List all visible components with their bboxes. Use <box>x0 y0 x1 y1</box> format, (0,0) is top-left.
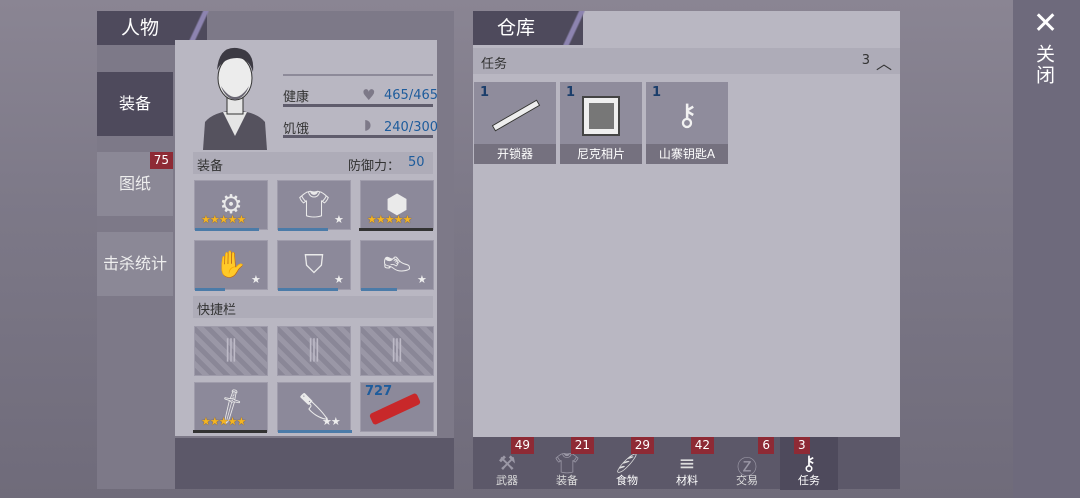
key-icon: ⚷ <box>676 98 698 133</box>
tab-weapons[interactable]: ⚒ 49 武器 <box>478 437 536 490</box>
tab-food[interactable]: 🥖︎ 29 食物 <box>598 437 656 490</box>
tab-equipment[interactable]: 装备 <box>97 72 173 136</box>
item-count: 1 <box>566 85 576 100</box>
quick-item-count: 727 <box>365 384 393 399</box>
pants-icon: ⛉ <box>304 250 324 280</box>
hunger-value: 240/300 <box>384 120 439 135</box>
item-count: 1 <box>480 85 490 100</box>
quickbar-label: 快捷栏 <box>197 303 237 318</box>
stomach-icon: ◗ <box>364 117 372 133</box>
item-name: 尼克相片 <box>560 144 642 164</box>
storage-title: 仓库 <box>473 11 585 45</box>
equipment-label: 装备 <box>197 159 224 174</box>
health-value: 465/465 <box>384 88 439 103</box>
defense-label: 防御力： <box>348 159 401 174</box>
quickbar-slot-empty[interactable]: ⫼ <box>194 326 268 376</box>
quickbar-slot-dynamite[interactable]: 727 <box>360 382 434 432</box>
item-name: 山寨钥匙A <box>646 144 728 164</box>
close-icon[interactable]: ✕ <box>1033 6 1058 41</box>
equip-slot-hands[interactable]: ✋ ★ <box>194 240 268 291</box>
section-header[interactable]: 任务 3 ︿ <box>473 48 900 74</box>
tab-trade[interactable]: Ⓩ 6 交易 <box>718 437 776 490</box>
quickbar-slot-machete[interactable]: 🗡︎ ★★★★★ <box>193 382 268 433</box>
fence-icon: ⫼ <box>391 336 403 366</box>
health-label: 健康 <box>283 90 310 105</box>
item-count: 1 <box>652 85 662 100</box>
lockpick-icon <box>491 99 541 132</box>
tab-equipment[interactable]: 👕︎ 21 装备 <box>538 437 596 490</box>
close-sidebar[interactable]: ✕ 关闭 <box>1013 0 1080 498</box>
storage-item-key[interactable]: 1 ⚷ 山寨钥匙A <box>646 82 728 164</box>
shirt-icon: 👕︎ <box>297 190 331 220</box>
section-label: 任务 <box>481 57 508 72</box>
quickbar-slot-cleaver[interactable]: 🔪︎ ★★ <box>277 382 352 433</box>
quickbar-header: 快捷栏 <box>193 296 433 318</box>
equip-slot-legs[interactable]: ⛉ ★ <box>277 240 351 291</box>
chevron-up-icon[interactable]: ︿ <box>876 50 892 74</box>
blueprints-badge: 75 <box>149 152 173 169</box>
equipment-header: 装备 防御力： 50 <box>193 152 433 174</box>
fence-icon: ⫼ <box>225 336 237 366</box>
item-name: 开锁器 <box>474 144 556 164</box>
section-count: 3 <box>861 53 870 68</box>
quickbar-slot-empty[interactable]: ⫼ <box>360 326 434 376</box>
tab-quest[interactable]: ⚷ 3 任务 <box>780 437 838 490</box>
close-label: 关闭 <box>1033 44 1055 86</box>
heart-icon: ♥ <box>362 86 376 104</box>
equip-slot-feet[interactable]: 👞︎ ★ <box>360 240 434 291</box>
tab-kill-stats[interactable]: 击杀统计 <box>97 232 173 296</box>
tab-blueprints[interactable]: 图纸 75 <box>97 152 173 216</box>
defense-value: 50 <box>408 155 425 170</box>
tab-materials[interactable]: ≡ 42 材料 <box>658 437 716 490</box>
storage-item-nick-photo[interactable]: 1 尼克相片 <box>560 82 642 164</box>
quickbar-slot-empty[interactable]: ⫼ <box>277 326 351 376</box>
equip-slot-head[interactable]: ⚙ ★★★★★ <box>194 180 268 231</box>
character-footer <box>175 438 454 489</box>
storage-item-lockpick[interactable]: 1 开锁器 <box>474 82 556 164</box>
photo-icon <box>582 96 620 136</box>
shoes-icon: 👞︎ <box>380 250 414 280</box>
equip-slot-body[interactable]: 👕︎ ★ <box>277 180 351 231</box>
gloves-icon: ✋ <box>214 250 248 280</box>
character-portrait <box>193 40 277 150</box>
equip-slot-armor[interactable]: ⬢ ★★★★★ <box>359 180 434 231</box>
fence-icon: ⫼ <box>308 336 320 366</box>
